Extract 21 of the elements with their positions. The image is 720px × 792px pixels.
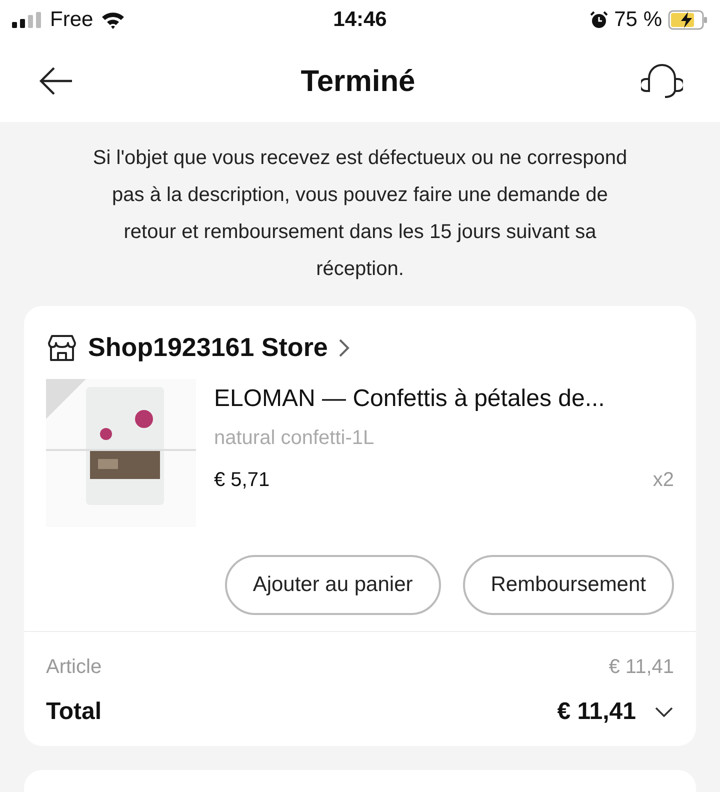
clock-time: 14:46 [333,8,387,32]
battery-percent: 75 % [614,7,662,34]
signal-icon [12,12,42,28]
shop-icon [46,334,78,362]
product-price: € 5,71 [214,468,270,493]
refund-button[interactable]: Remboursement [462,555,674,615]
product-quantity: x2 [652,468,674,493]
store-link[interactable]: Shop1923161 Store [46,328,350,367]
product-title: ELOMAN — Confettis à pétales de... [214,384,606,414]
add-to-cart-button[interactable]: Ajouter au panier [224,555,441,615]
page-title: Terminé [300,64,416,100]
total-label: Total [46,697,102,727]
chevron-right-icon [338,338,350,358]
alarm-icon [590,11,608,29]
total-amount: € 11,41 [557,697,636,727]
wifi-icon [101,11,126,29]
carrier-name: Free [50,7,94,34]
return-policy-notice: Si l'objet que vous recevez est défectueux ou ne correspond pas à la description, vous pouvez faire une demande de retour et remboursement dans les 15 jours suivant sa réception. [92,146,628,282]
product-variant: natural confetti-1L [214,426,376,451]
subtotal-amount: € 11,41 [608,655,674,680]
subtotal-label: Article [46,655,102,680]
